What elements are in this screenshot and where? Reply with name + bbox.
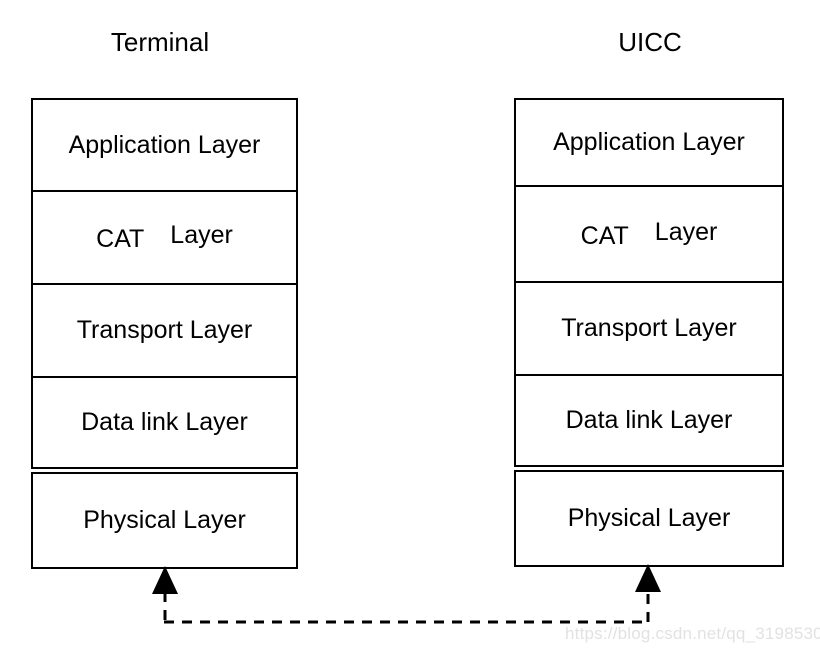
watermark-text: https://blog.csdn.net/qq_31985307 — [565, 624, 820, 643]
layer-box-terminal-physical: Physical Layer — [31, 472, 298, 569]
layer-label-terminal-datalink: Data link Layer — [81, 408, 248, 436]
layer-box-uicc-transport: Transport Layer — [514, 281, 784, 376]
layer-box-terminal-transport: Transport Layer — [31, 283, 298, 378]
diagram-canvas: Terminal UICC Application Layer CAT Laye… — [0, 0, 820, 651]
column-title-uicc: UICC — [618, 27, 682, 57]
layer-box-terminal-application: Application Layer — [31, 98, 298, 192]
layer-label-uicc-transport: Transport Layer — [561, 314, 737, 342]
layer-box-terminal-datalink: Data link Layer — [31, 376, 298, 469]
protocol-stack-uicc: Application Layer CAT Layer Transport La… — [514, 98, 784, 567]
layer-label-terminal-cat: CAT Layer — [96, 221, 233, 253]
layer-box-uicc-datalink: Data link Layer — [514, 374, 784, 467]
column-title-terminal: Terminal — [110, 27, 210, 57]
layer-label-terminal-physical: Physical Layer — [83, 506, 246, 534]
layer-box-uicc-application: Application Layer — [514, 98, 784, 187]
protocol-stack-terminal: Application Layer CAT Layer Transport La… — [31, 98, 298, 569]
layer-label-terminal-cat-part-b: Layer — [170, 221, 233, 249]
layer-box-uicc-cat: CAT Layer — [514, 185, 784, 283]
layer-box-terminal-cat: CAT Layer — [31, 190, 298, 285]
layer-label-terminal-application: Application Layer — [68, 130, 261, 159]
arrow-up-icon-uicc — [635, 564, 661, 592]
layer-label-uicc-cat: CAT Layer — [580, 217, 718, 250]
layer-box-uicc-physical: Physical Layer — [514, 470, 784, 567]
layer-label-uicc-physical: Physical Layer — [567, 504, 731, 532]
layer-label-uicc-application: Application Layer — [553, 128, 745, 156]
layer-label-uicc-cat-part-b: Layer — [654, 217, 718, 246]
layer-label-uicc-cat-part-a: CAT — [580, 221, 629, 250]
layer-label-terminal-cat-part-a: CAT — [96, 225, 145, 253]
layer-label-terminal-transport: Transport Layer — [76, 316, 253, 344]
layer-label-uicc-datalink: Data link Layer — [565, 406, 733, 434]
arrow-up-icon-terminal — [152, 566, 178, 594]
